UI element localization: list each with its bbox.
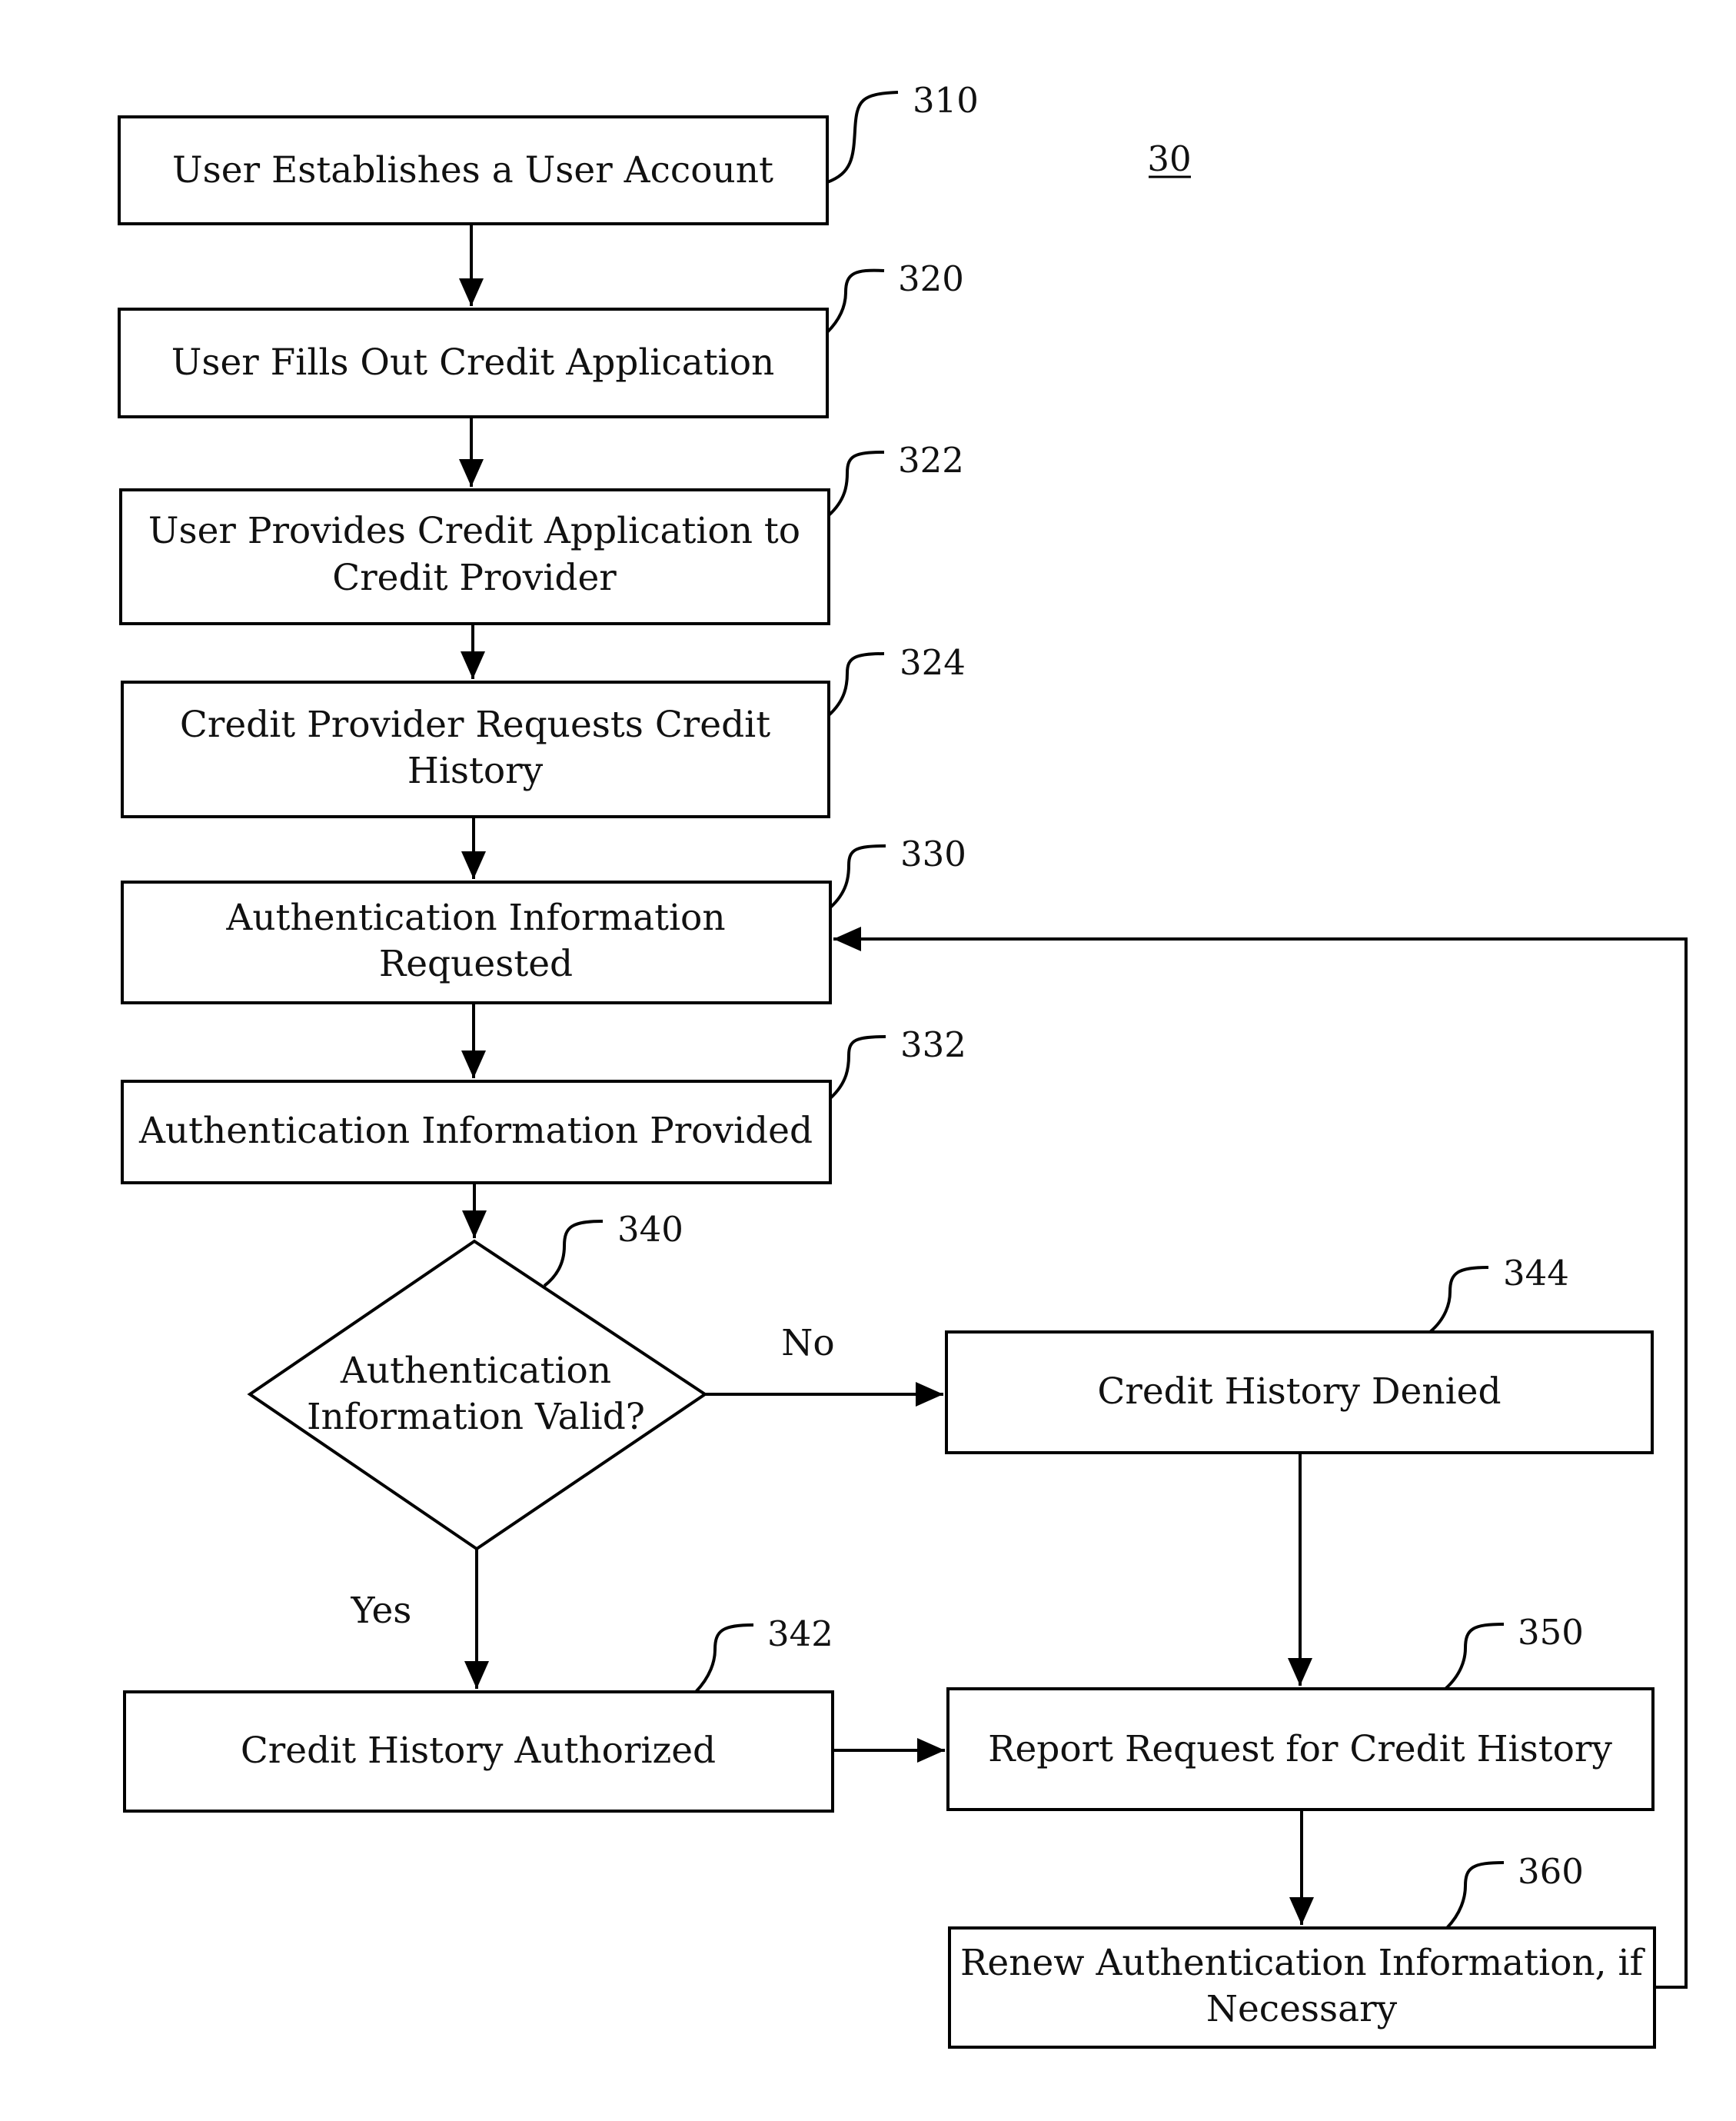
step-text: Necessary xyxy=(1206,1988,1398,2030)
step-332: Authentication Information Provided xyxy=(121,1080,832,1184)
ref-320: 320 xyxy=(898,258,964,299)
leader-360 xyxy=(1445,1861,1505,1930)
step-text: History xyxy=(407,750,544,792)
ref-340: 340 xyxy=(617,1209,683,1250)
leader-310 xyxy=(826,91,899,184)
leader-322 xyxy=(827,451,885,517)
branch-label-no: No xyxy=(781,1322,834,1364)
loop-360-to-330 xyxy=(833,927,1688,1989)
leader-320 xyxy=(826,268,885,334)
step-330: Authentication Information Requested xyxy=(121,881,832,1004)
step-text: User Establishes a User Account xyxy=(172,149,773,191)
step-text: Authentication Information Provided xyxy=(138,1110,813,1152)
step-360: Renew Authentication Information, if Nec… xyxy=(948,1926,1656,2049)
ref-350: 350 xyxy=(1518,1612,1584,1653)
step-324: Credit Provider Requests Credit History xyxy=(121,681,830,818)
step-text: Report Request for Credit History xyxy=(988,1728,1612,1770)
step-344: Credit History Denied xyxy=(945,1330,1654,1454)
step-320: User Fills Out Credit Application xyxy=(118,308,829,418)
leader-330 xyxy=(829,844,886,909)
step-text: Requested xyxy=(379,943,573,985)
step-322: User Provides Credit Application to Cred… xyxy=(119,488,830,625)
ref-322: 322 xyxy=(898,440,964,481)
leader-344 xyxy=(1428,1266,1489,1334)
leader-342 xyxy=(694,1623,754,1693)
ref-332: 332 xyxy=(900,1024,966,1065)
step-text: User Fills Out Credit Application xyxy=(171,341,775,384)
leader-350 xyxy=(1444,1623,1505,1690)
ref-344: 344 xyxy=(1503,1253,1569,1294)
ref-324: 324 xyxy=(900,642,966,683)
decision-text: Information Valid? xyxy=(307,1396,645,1438)
step-text: Renew Authentication Information, if xyxy=(960,1942,1646,1984)
branch-label-yes: Yes xyxy=(351,1590,412,1632)
step-text: Credit Provider xyxy=(332,557,617,599)
step-text: Credit Provider Requests Credit xyxy=(180,704,770,746)
leader-324 xyxy=(827,652,885,717)
step-text: Authentication Information xyxy=(225,897,725,939)
ref-342: 342 xyxy=(767,1613,833,1654)
ref-360: 360 xyxy=(1518,1851,1584,1892)
decision-diamond xyxy=(247,1239,708,1551)
flowchart: 30 No Yes User Establishes a User Accoun… xyxy=(118,80,1688,2049)
step-342: Credit History Authorized xyxy=(123,1690,834,1813)
ref-330: 330 xyxy=(900,834,966,874)
decision-text: Authentication xyxy=(340,1350,611,1392)
step-310: User Establishes a User Account xyxy=(118,115,829,225)
step-text: User Provides Credit Application to xyxy=(148,510,800,552)
ref-310: 310 xyxy=(913,80,979,121)
leader-340 xyxy=(543,1220,604,1287)
step-text: Credit History Authorized xyxy=(241,1730,716,1772)
leader-332 xyxy=(829,1035,886,1100)
figure-label: 30 xyxy=(1147,138,1191,179)
step-350: Report Request for Credit History xyxy=(946,1687,1655,1811)
decision-340: Authentication Information Valid? xyxy=(247,1239,708,1551)
step-text: Credit History Denied xyxy=(1097,1370,1501,1413)
